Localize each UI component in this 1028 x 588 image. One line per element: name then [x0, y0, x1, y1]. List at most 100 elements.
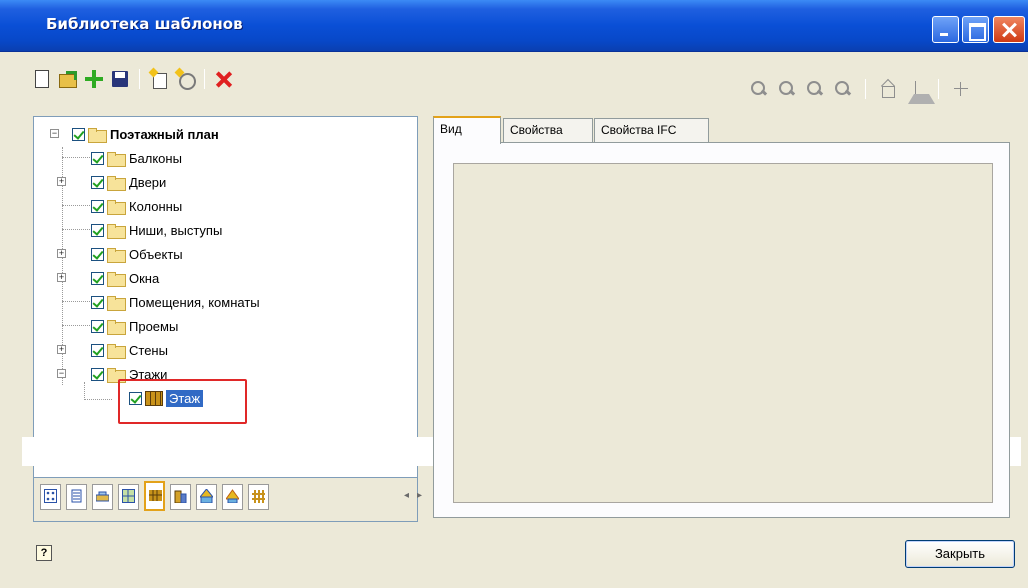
- floor-icon: [149, 490, 162, 501]
- tree-item-objects[interactable]: Объекты: [91, 244, 183, 264]
- window-title: Библиотека шаблонов: [46, 15, 243, 33]
- tree-item-label: Колонны: [129, 198, 183, 214]
- delete-icon[interactable]: [214, 69, 234, 89]
- view-toolbar: [750, 78, 970, 104]
- category-tab-strip: ◂▸: [33, 478, 422, 522]
- tab-grid[interactable]: [40, 484, 61, 510]
- tab-scroll-arrows[interactable]: ◂▸: [404, 490, 430, 501]
- tree-item-label: Поэтажный план: [110, 126, 219, 142]
- list-icon: [71, 489, 82, 503]
- expand-icon[interactable]: +: [57, 177, 66, 186]
- tab-list[interactable]: [66, 484, 87, 510]
- tab-page-view: [433, 142, 1010, 518]
- tab-label: Вид: [440, 122, 462, 136]
- checkbox-checked[interactable]: [91, 151, 104, 165]
- tab-wall[interactable]: [92, 484, 113, 510]
- tab-view[interactable]: Вид: [433, 116, 501, 144]
- tree-item-label: Объекты: [129, 246, 183, 262]
- checkbox-checked[interactable]: [91, 223, 104, 237]
- tab-plan[interactable]: [118, 484, 139, 510]
- tab-label: Свойства: [510, 123, 563, 137]
- save-icon[interactable]: [110, 69, 130, 89]
- expand-icon[interactable]: +: [57, 273, 66, 282]
- new-object-icon[interactable]: [175, 69, 196, 90]
- tree-item-label: Двери: [129, 174, 167, 190]
- grid-icon: [44, 489, 57, 503]
- add-icon[interactable]: [84, 69, 104, 89]
- new-template-icon[interactable]: [149, 69, 169, 89]
- checkbox-checked[interactable]: [72, 127, 85, 141]
- tree-item-label: Балконы: [129, 150, 182, 166]
- preview-tabs: Вид Свойства Свойства IFC: [433, 116, 1010, 518]
- tree-item-doors[interactable]: Двери: [91, 172, 166, 192]
- checkbox-checked[interactable]: [91, 175, 104, 189]
- folder-icon: [107, 247, 126, 263]
- toolbar-separator: [938, 79, 939, 99]
- open-folder-icon[interactable]: [58, 69, 78, 89]
- folder-icon: [88, 127, 107, 143]
- preview-viewport[interactable]: [453, 163, 993, 503]
- roof-icon: [226, 489, 239, 503]
- minimize-button[interactable]: [932, 16, 959, 43]
- folder-icon: [107, 223, 126, 239]
- expand-icon[interactable]: +: [57, 249, 66, 258]
- zoom-in-icon[interactable]: [778, 80, 796, 98]
- mirror-icon[interactable]: [907, 80, 935, 104]
- tree-connector: [62, 157, 90, 158]
- checkbox-checked[interactable]: [91, 319, 104, 333]
- tab-ifc-properties[interactable]: Свойства IFC: [594, 118, 709, 142]
- tab-building[interactable]: [170, 484, 191, 510]
- folder-icon: [107, 343, 126, 359]
- checkbox-checked[interactable]: [91, 367, 104, 381]
- tree-item-balconies[interactable]: Балконы: [91, 148, 182, 168]
- expand-icon[interactable]: +: [57, 345, 66, 354]
- tree-connector: [84, 382, 85, 400]
- tab-fence[interactable]: [248, 484, 269, 510]
- toolbar-separator: [139, 69, 140, 89]
- tab-roof[interactable]: [222, 484, 243, 510]
- tree-item-label: Проемы: [129, 318, 179, 334]
- tree-connector: [62, 301, 90, 302]
- checkbox-checked[interactable]: [91, 199, 104, 213]
- tree-item-root[interactable]: − Поэтажный план: [50, 124, 219, 144]
- tree-item-columns[interactable]: Колонны: [91, 196, 182, 216]
- plan-icon: [122, 489, 135, 503]
- tree-item-openings[interactable]: Проемы: [91, 316, 178, 336]
- title-bar: Библиотека шаблонов: [0, 0, 1028, 52]
- folder-icon: [107, 319, 126, 335]
- tree-item-rooms[interactable]: Помещения, комнаты: [91, 292, 260, 312]
- zoom-region-icon[interactable]: [750, 80, 768, 98]
- tab-properties[interactable]: Свойства: [503, 118, 593, 142]
- folder-icon: [107, 271, 126, 287]
- collapse-icon[interactable]: −: [50, 129, 59, 138]
- tree-connector: [84, 399, 112, 400]
- new-file-icon[interactable]: [32, 69, 52, 89]
- folder-icon: [107, 295, 126, 311]
- highlight-box: [118, 379, 247, 424]
- close-window-button[interactable]: [993, 16, 1025, 43]
- tree-item-label: Ниши, выступы: [129, 222, 223, 238]
- center-icon[interactable]: [952, 80, 970, 98]
- tree-item-walls[interactable]: Стены: [91, 340, 168, 360]
- checkbox-checked[interactable]: [91, 247, 104, 261]
- zoom-extents-icon[interactable]: [834, 80, 852, 98]
- tree-item-label: Окна: [129, 270, 160, 286]
- close-button[interactable]: Закрыть: [905, 540, 1015, 568]
- tab-stairs[interactable]: [196, 484, 217, 510]
- checkbox-checked[interactable]: [91, 343, 104, 357]
- maximize-button[interactable]: [962, 16, 989, 43]
- checkbox-checked[interactable]: [91, 295, 104, 309]
- tab-floor[interactable]: [144, 481, 165, 511]
- tree-item-niches[interactable]: Ниши, выступы: [91, 220, 222, 240]
- checkbox-checked[interactable]: [91, 271, 104, 285]
- folder-icon: [107, 175, 126, 191]
- view-3d-icon[interactable]: [879, 80, 897, 98]
- collapse-icon[interactable]: −: [57, 369, 66, 378]
- zoom-out-icon[interactable]: [806, 80, 824, 98]
- help-icon[interactable]: ?: [36, 545, 52, 561]
- tree-item-windows[interactable]: Окна: [91, 268, 159, 288]
- toolbar-separator: [865, 79, 866, 99]
- tab-label: Свойства IFC: [601, 123, 677, 137]
- tree-connector: [62, 229, 90, 230]
- main-toolbar: [32, 68, 234, 90]
